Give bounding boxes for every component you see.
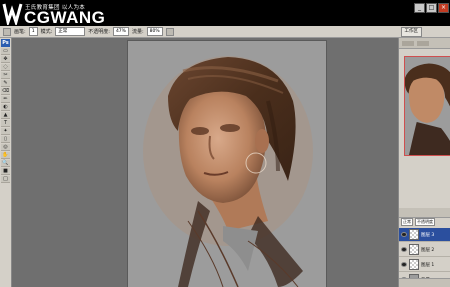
tool-button[interactable]: ◌ <box>1 64 10 71</box>
portrait-painting <box>128 41 326 287</box>
eye-icon[interactable] <box>401 232 407 237</box>
eye-icon[interactable] <box>401 247 407 252</box>
layer-options: 正常 不透明度 <box>399 217 450 226</box>
opacity-input[interactable]: 47% <box>112 27 129 36</box>
layer-name: 图层 2 <box>421 247 435 253</box>
tool-button[interactable]: ✂ <box>1 72 10 79</box>
tool-button[interactable]: ✏ <box>1 96 10 103</box>
blend-mode-select[interactable]: 正常 <box>401 217 413 226</box>
eye-icon[interactable] <box>401 262 407 267</box>
workspace-button[interactable]: 工作区 <box>400 26 422 37</box>
layer-name: 图层 1 <box>421 262 435 268</box>
brush-tool-icon[interactable] <box>3 27 11 36</box>
brand-name: CGWANG <box>24 8 106 27</box>
navigator-tabs <box>399 38 450 49</box>
layer-row[interactable]: 图层 1 <box>399 258 450 272</box>
title-bar: 王氏教育集团 以人为本 CGWANG _ □ × <box>0 0 450 26</box>
tab-info[interactable] <box>417 40 429 46</box>
tool-button[interactable]: □ <box>1 176 10 183</box>
tool-button[interactable]: ▭ <box>1 48 10 55</box>
navigator-thumbnail <box>405 57 450 155</box>
tool-button[interactable]: T <box>1 120 10 127</box>
tool-button[interactable]: ✋ <box>1 152 10 159</box>
airbrush-icon[interactable] <box>165 27 174 36</box>
layers-panel-footer <box>399 278 450 287</box>
navigator-preview[interactable] <box>404 56 450 156</box>
layer-row[interactable]: 图层 2 <box>399 243 450 257</box>
flow-label: 流量: <box>131 29 144 35</box>
ps-logo: Ps <box>1 39 10 47</box>
tool-button[interactable]: ◐ <box>1 104 10 111</box>
maximize-button[interactable]: □ <box>426 3 437 13</box>
layer-name: 图层 3 <box>421 232 435 238</box>
document-canvas[interactable] <box>128 41 326 287</box>
right-panel: 正常 不透明度 图层 3 图层 2 图层 1 背景 <box>398 38 450 287</box>
minimize-button[interactable]: _ <box>414 3 425 13</box>
close-button[interactable]: × <box>438 3 449 13</box>
cgwang-logo <box>2 3 23 25</box>
window-controls: _ □ × <box>414 3 449 13</box>
layer-thumbnail <box>409 244 419 255</box>
tool-button[interactable]: ✦ <box>1 128 10 135</box>
opacity-label: 不透明度: <box>88 29 110 35</box>
flow-input[interactable]: 80% <box>146 27 163 36</box>
tool-button[interactable]: ⌫ <box>1 88 10 95</box>
layer-row[interactable]: 图层 3 <box>399 228 450 242</box>
layer-thumbnail <box>409 259 419 270</box>
toolbox: Ps ▭ ✥ ◌ ✂ ✎ ⌫ ✏ ◐ ▲ T ✦ ▯ ◎ ✋ 🔍 ■ □ <box>0 38 12 287</box>
tab-navigator[interactable] <box>402 40 414 46</box>
brush-label: 画笔: <box>14 29 26 35</box>
tool-button[interactable]: ✥ <box>1 56 10 63</box>
tool-button[interactable]: ▯ <box>1 136 10 143</box>
brush-size-picker[interactable]: 1 <box>28 27 38 36</box>
tool-button[interactable]: ◎ <box>1 144 10 151</box>
layer-thumbnail <box>409 229 419 240</box>
tool-button[interactable]: 🔍 <box>1 160 10 167</box>
tool-button[interactable]: ✎ <box>1 80 10 87</box>
mode-select[interactable]: 正常 <box>55 27 86 36</box>
options-bar: 画笔: 1 模式: 正常 不透明度: 47% 流量: 80% 工作区 <box>0 26 450 38</box>
mode-label: 模式: <box>40 29 53 35</box>
tool-button[interactable]: ▲ <box>1 112 10 119</box>
layer-opacity-field[interactable]: 不透明度 <box>415 217 435 226</box>
tool-button[interactable]: ■ <box>1 168 10 175</box>
